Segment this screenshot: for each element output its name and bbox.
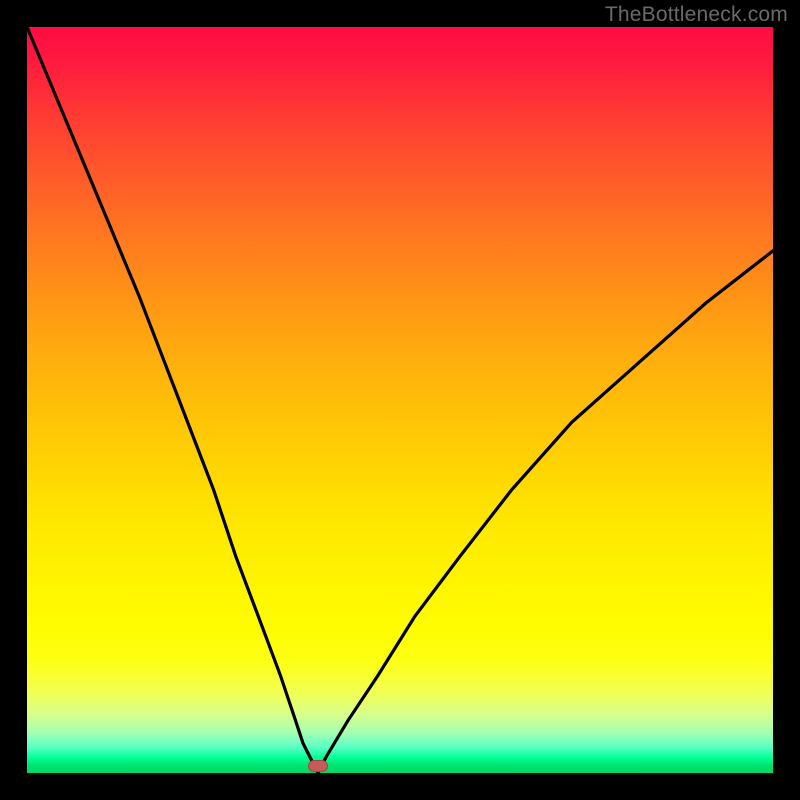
- optimum-marker: [308, 760, 328, 772]
- watermark-text: TheBottleneck.com: [605, 3, 788, 27]
- bottleneck-curve: [27, 27, 773, 773]
